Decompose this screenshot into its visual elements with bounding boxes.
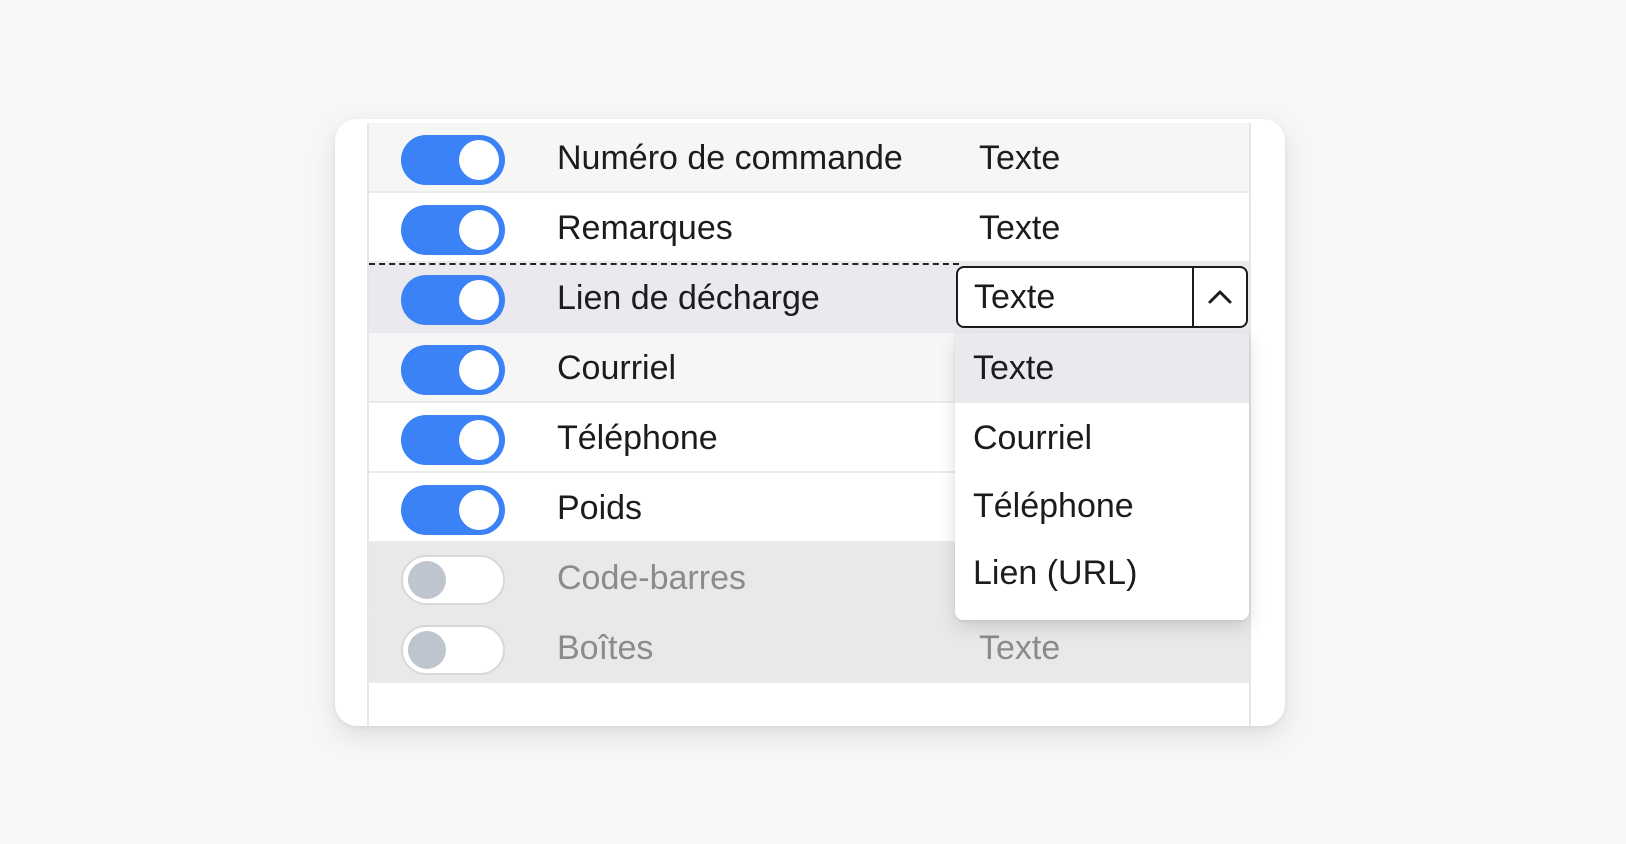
dropdown-option-url[interactable]: Lien (URL)	[955, 538, 1249, 608]
dropdown-option-email[interactable]: Courriel	[955, 403, 1249, 473]
field-label: Lien de décharge	[557, 279, 820, 317]
toggle-knob	[408, 631, 446, 669]
type-select-value: Texte	[974, 278, 1056, 316]
field-type[interactable]: Texte	[979, 613, 1060, 683]
field-toggle[interactable]	[401, 135, 505, 185]
table-row-disabled: Boîtes Texte	[369, 613, 1249, 683]
table-row: Remarques Texte	[369, 193, 1249, 263]
dropdown-option-phone[interactable]: Téléphone	[955, 471, 1249, 541]
field-toggle[interactable]	[401, 275, 505, 325]
toggle-knob	[459, 210, 499, 250]
field-toggle[interactable]	[401, 555, 505, 605]
field-label: Courriel	[557, 349, 677, 387]
field-label: Boîtes	[557, 629, 654, 667]
type-dropdown-menu: Texte Courriel Téléphone Lien (URL)	[955, 333, 1249, 620]
field-type[interactable]: Texte	[979, 123, 1060, 193]
field-toggle[interactable]	[401, 205, 505, 255]
field-label: Numéro de commande	[557, 139, 903, 177]
field-toggle[interactable]	[401, 415, 505, 465]
toggle-knob	[459, 420, 499, 460]
dropdown-option-text[interactable]: Texte	[955, 333, 1249, 403]
field-type[interactable]: Texte	[979, 193, 1060, 263]
toggle-knob	[408, 561, 446, 599]
toggle-knob	[459, 140, 499, 180]
type-select-toggle-button[interactable]	[1192, 268, 1246, 326]
field-label: Poids	[557, 489, 643, 527]
toggle-knob	[459, 490, 499, 530]
field-label: Remarques	[557, 209, 733, 247]
field-toggle[interactable]	[401, 625, 505, 675]
chevron-up-icon	[1208, 290, 1232, 304]
field-label: Téléphone	[557, 419, 718, 457]
field-toggle[interactable]	[401, 485, 505, 535]
type-select[interactable]: Texte	[956, 266, 1248, 328]
table-row-selected: Lien de décharge Texte	[369, 263, 1249, 335]
field-label: Code-barres	[557, 559, 746, 597]
toggle-knob	[459, 350, 499, 390]
toggle-knob	[459, 280, 499, 320]
table-row: Numéro de commande Texte	[369, 123, 1249, 193]
field-toggle[interactable]	[401, 345, 505, 395]
